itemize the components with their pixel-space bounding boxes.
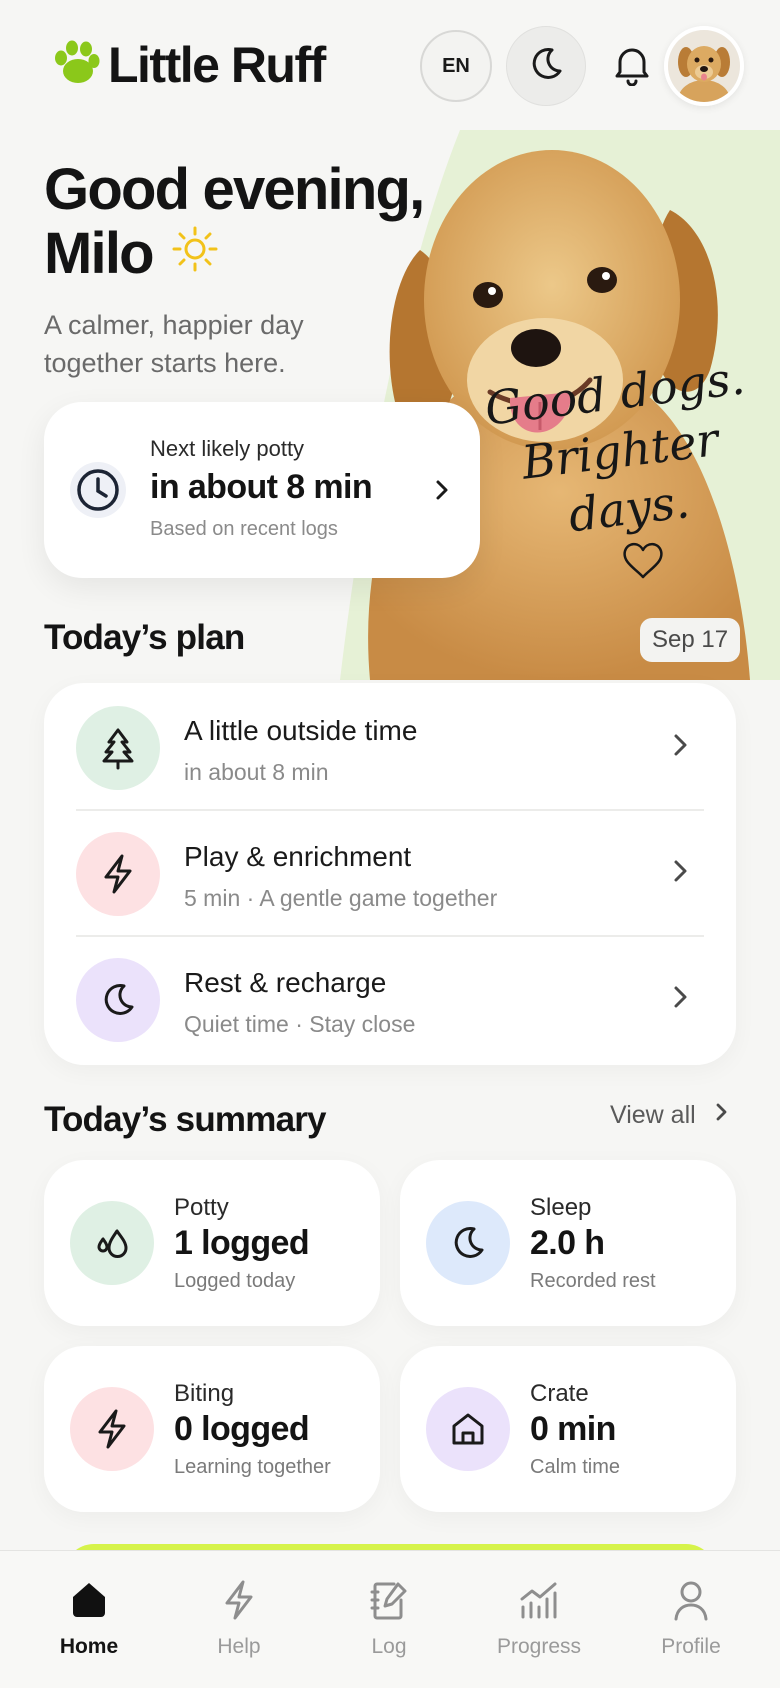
summary-label: Crate (530, 1380, 589, 1407)
summary-note: Recorded rest (530, 1270, 656, 1292)
summary-value: 2.0 h (530, 1224, 605, 1262)
drops-icon (70, 1201, 154, 1285)
chevron-right-icon (670, 982, 690, 1017)
notebook-icon (368, 1577, 410, 1623)
plan-card: A little outside time in about 8 min Pla… (44, 683, 736, 1065)
app-logo: Little Ruff (48, 36, 326, 94)
nav-label: Progress (496, 1635, 582, 1658)
language-label: EN (442, 54, 470, 77)
potty-note: Based on recent logs (150, 518, 338, 540)
plan-item-subtitle: in about 8 min (184, 759, 329, 785)
plan-item-title: Rest & recharge (184, 967, 387, 998)
summary-value: 1 logged (174, 1224, 310, 1262)
home-icon (69, 1577, 109, 1623)
notifications-button[interactable] (604, 38, 660, 94)
summary-label: Potty (174, 1194, 229, 1221)
bell-icon (612, 42, 652, 91)
plan-title: Today’s plan (44, 618, 245, 657)
bolt-icon (219, 1577, 259, 1623)
nav-label: Help (217, 1635, 261, 1658)
chevron-right-icon (670, 730, 690, 765)
sun-icon (171, 222, 219, 286)
chevron-right-icon (714, 1100, 730, 1131)
chevron-right-icon (670, 856, 690, 891)
potty-label: Next likely potty (150, 436, 305, 461)
next-potty-card[interactable]: Next likely potty in about 8 min Based o… (44, 402, 480, 578)
summary-label: Sleep (530, 1194, 592, 1221)
nav-label: Log (371, 1635, 407, 1658)
greeting-line: Good evening, (44, 157, 425, 222)
plan-item-outside[interactable]: A little outside time in about 8 min (44, 683, 736, 809)
nav-label: Profile (661, 1635, 721, 1658)
chevron-right-icon (424, 472, 460, 508)
summary-note: Calm time (530, 1456, 621, 1478)
clock-icon (70, 462, 126, 518)
view-all-link[interactable]: View all (610, 1100, 730, 1131)
language-button[interactable]: EN (420, 30, 492, 102)
plan-item-title: A little outside time (184, 715, 418, 746)
app-title: Little Ruff (108, 37, 326, 93)
plan-item-title: Play & enrichment (184, 841, 412, 872)
plan-item-play[interactable]: Play & enrichment 5 min · A gentle game … (44, 809, 736, 935)
puppy-avatar[interactable] (664, 26, 744, 106)
bolt-icon (76, 832, 160, 916)
summary-label: Biting (174, 1380, 235, 1407)
plan-date-chip: Sep 17 (640, 618, 741, 662)
summary-card-sleep[interactable]: Sleep 2.0 h Recorded rest (400, 1160, 736, 1326)
bolt-icon (70, 1387, 154, 1471)
moon-icon (426, 1201, 510, 1285)
bottom-nav: Home Help Log Progress Profile (0, 1550, 780, 1688)
nav-home[interactable]: Home (14, 1551, 164, 1688)
greeting-name: Milo (44, 221, 155, 286)
house-icon (426, 1387, 510, 1471)
view-all-label: View all (610, 1101, 696, 1129)
nav-help[interactable]: Help (164, 1551, 314, 1688)
paw-icon (48, 37, 100, 94)
summary-card-biting[interactable]: Biting 0 logged Learning together (44, 1346, 380, 1512)
summary-note: Logged today (174, 1270, 296, 1292)
potty-value: in about 8 min (150, 468, 373, 506)
summary-card-potty[interactable]: Potty 1 logged Logged today (44, 1160, 380, 1326)
tagline: A calmer, happier day together starts he… (44, 310, 304, 378)
plan-item-subtitle: 5 min · A gentle game together (184, 885, 498, 911)
user-icon (671, 1577, 711, 1623)
nav-label: Home (59, 1635, 119, 1658)
nav-progress[interactable]: Progress (464, 1551, 614, 1688)
summary-value: 0 logged (174, 1410, 310, 1448)
moon-icon (526, 44, 566, 89)
greeting-heading: Good evening, Milo (44, 157, 425, 286)
moon-icon (76, 958, 160, 1042)
nav-log[interactable]: Log (314, 1551, 464, 1688)
nav-profile[interactable]: Profile (616, 1551, 766, 1688)
summary-value: 0 min (530, 1410, 616, 1448)
theme-toggle-button[interactable] (506, 26, 586, 106)
summary-card-crate[interactable]: Crate 0 min Calm time (400, 1346, 736, 1512)
plan-item-rest[interactable]: Rest & recharge Quiet time · Stay close (44, 935, 736, 1061)
tree-icon (76, 706, 160, 790)
plan-item-subtitle: Quiet time · Stay close (184, 1011, 416, 1037)
summary-note: Learning together (174, 1456, 331, 1478)
chart-icon (517, 1577, 561, 1623)
summary-title: Today’s summary (44, 1100, 327, 1139)
